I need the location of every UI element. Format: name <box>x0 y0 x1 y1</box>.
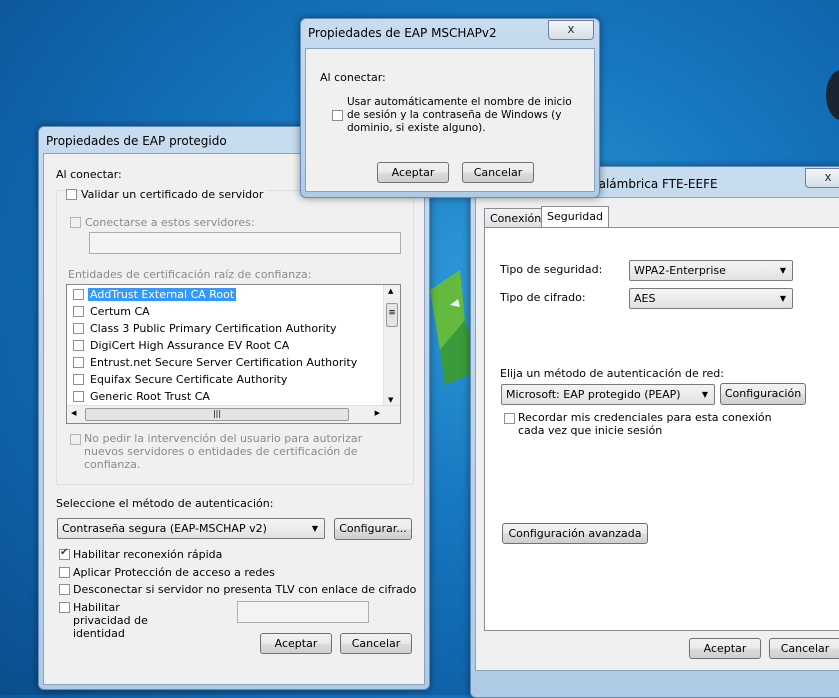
disconnect-tlv-checkbox[interactable] <box>59 584 70 595</box>
auth-method-select[interactable]: Microsoft: EAP protegido (PEAP) ▼ <box>501 384 715 405</box>
validate-cert-checkbox[interactable] <box>66 189 77 200</box>
fast-reconnect-checkbox[interactable] <box>59 547 70 560</box>
auth-method-select[interactable]: Contraseña segura (EAP-MSCHAP v2) ▼ <box>57 518 325 539</box>
ok-button[interactable]: Aceptar <box>377 162 449 183</box>
auth-method-value: Microsoft: EAP protegido (PEAP) <box>506 388 681 401</box>
scroll-left-icon[interactable]: ◀ <box>71 409 76 417</box>
cert-label: Equifax Secure Certificate Authority <box>90 373 288 386</box>
auto-login-label: Usar automáticamente el nombre de inicio… <box>347 96 572 134</box>
cert-checkbox[interactable] <box>73 306 84 317</box>
ok-button[interactable]: Aceptar <box>260 633 332 654</box>
cert-listbox[interactable]: AddTrust External CA Root Certum CA Class … <box>66 284 401 424</box>
mschapv2-properties-window: Propiedades de EAP MSCHAPv2 x Al conecta… <box>300 18 600 198</box>
identity-privacy-label: Habilitar privacidad de identidad <box>73 601 148 640</box>
close-button[interactable]: x <box>548 20 594 40</box>
on-connect-label: Al conectar: <box>320 71 386 84</box>
window-title: nalámbrica FTE-EEFE <box>591 177 718 191</box>
chevron-down-icon: ▼ <box>779 266 786 275</box>
security-type-value: WPA2-Enterprise <box>634 264 726 277</box>
cert-checkbox[interactable] <box>73 357 84 368</box>
nap-checkbox[interactable] <box>59 567 70 578</box>
encryption-type-label: Tipo de cifrado: <box>500 291 586 304</box>
scroll-right-icon[interactable]: ▶ <box>375 409 380 417</box>
cert-label: Certum CA <box>90 305 150 318</box>
chevron-down-icon: ▼ <box>311 524 318 533</box>
cert-label: AddTrust External CA Root <box>88 288 237 301</box>
peap-properties-window: Propiedades de EAP protegido Al conectar… <box>38 126 430 690</box>
cert-label: Entrust.net Secure Server Certification … <box>90 356 358 369</box>
window-title: Propiedades de EAP protegido <box>46 134 227 148</box>
cert-label: DigiCert High Assurance EV Root CA <box>90 339 290 352</box>
cert-checkbox[interactable] <box>73 340 84 351</box>
cert-checkbox[interactable] <box>73 374 84 385</box>
scroll-thumb[interactable]: ≡ <box>386 303 398 327</box>
connect-servers-label: Conectarse a estos servidores: <box>85 216 255 229</box>
cert-checkbox[interactable] <box>73 323 84 334</box>
servers-input[interactable] <box>89 232 401 254</box>
advanced-settings-button[interactable]: Configuración avanzada <box>502 523 648 544</box>
identity-privacy-input[interactable] <box>237 601 369 623</box>
no-prompt-label: No pedir la intervención del usuario par… <box>84 432 363 471</box>
disconnect-tlv-label: Desconectar si servidor no presenta TLV … <box>73 583 417 596</box>
remember-credentials-checkbox[interactable] <box>504 413 515 424</box>
fast-reconnect-label: Habilitar reconexión rápida <box>73 548 223 561</box>
configure-button[interactable]: Configurar... <box>334 518 412 540</box>
encryption-type-value: AES <box>634 292 656 305</box>
ok-button[interactable]: Aceptar <box>689 638 761 659</box>
scroll-up-icon[interactable]: ▲ <box>388 287 393 295</box>
security-type-select[interactable]: WPA2-Enterprise ▼ <box>629 260 793 281</box>
close-icon: x <box>567 22 575 36</box>
close-icon: x <box>824 170 832 184</box>
on-connect-label: Al conectar: <box>56 168 122 181</box>
cancel-button[interactable]: Cancelar <box>769 638 839 659</box>
connect-servers-checkbox[interactable] <box>70 217 81 228</box>
window-title: Propiedades de EAP MSCHAPv2 <box>308 26 497 40</box>
hscroll-thumb[interactable]: ||| <box>85 408 349 421</box>
tab-label: Conexión <box>490 212 542 225</box>
network-config-button[interactable]: Configuración <box>720 383 806 405</box>
trusted-roots-label: Entidades de certificación raíz de confi… <box>68 268 312 281</box>
cert-label: Class 3 Public Primary Certification Aut… <box>90 322 337 335</box>
identity-privacy-checkbox[interactable] <box>59 602 70 613</box>
tab-label: Seguridad <box>547 210 603 223</box>
remember-credentials-label: Recordar mis credenciales para esta cone… <box>518 411 772 437</box>
select-method-label: Seleccione el método de autenticación: <box>56 497 274 510</box>
chevron-down-icon: ▼ <box>779 294 786 303</box>
no-prompt-checkbox[interactable] <box>70 434 81 445</box>
auth-method-label: Elija un método de autenticación de red: <box>500 367 724 380</box>
cert-checkbox[interactable] <box>73 289 84 300</box>
cert-label: Generic Root Trust CA <box>90 390 210 403</box>
wireless-properties-window: nalámbrica FTE-EEFE x Conexión Seguridad… <box>470 166 839 698</box>
desktop-edge-art <box>826 70 839 120</box>
tab-security[interactable]: Seguridad <box>541 206 609 228</box>
encryption-type-select[interactable]: AES ▼ <box>629 288 793 309</box>
vertical-scrollbar[interactable]: ▲ ≡ ▼ <box>383 285 400 406</box>
horizontal-scrollbar[interactable]: ◀ ||| ▶ <box>67 405 400 423</box>
tab-connection[interactable]: Conexión <box>484 208 548 228</box>
cancel-button[interactable]: Cancelar <box>462 162 534 183</box>
security-type-label: Tipo de seguridad: <box>500 263 603 276</box>
validate-cert-label: Validar un certificado de servidor <box>81 188 267 201</box>
cancel-button[interactable]: Cancelar <box>340 633 412 654</box>
auto-login-checkbox[interactable] <box>332 110 343 121</box>
scroll-down-icon[interactable]: ▼ <box>388 396 393 404</box>
cert-checkbox[interactable] <box>73 391 84 402</box>
close-button[interactable]: x <box>805 168 839 188</box>
nap-label: Aplicar Protección de acceso a redes <box>73 566 275 579</box>
auth-method-value: Contraseña segura (EAP-MSCHAP v2) <box>62 522 267 535</box>
chevron-down-icon: ▼ <box>701 390 708 399</box>
